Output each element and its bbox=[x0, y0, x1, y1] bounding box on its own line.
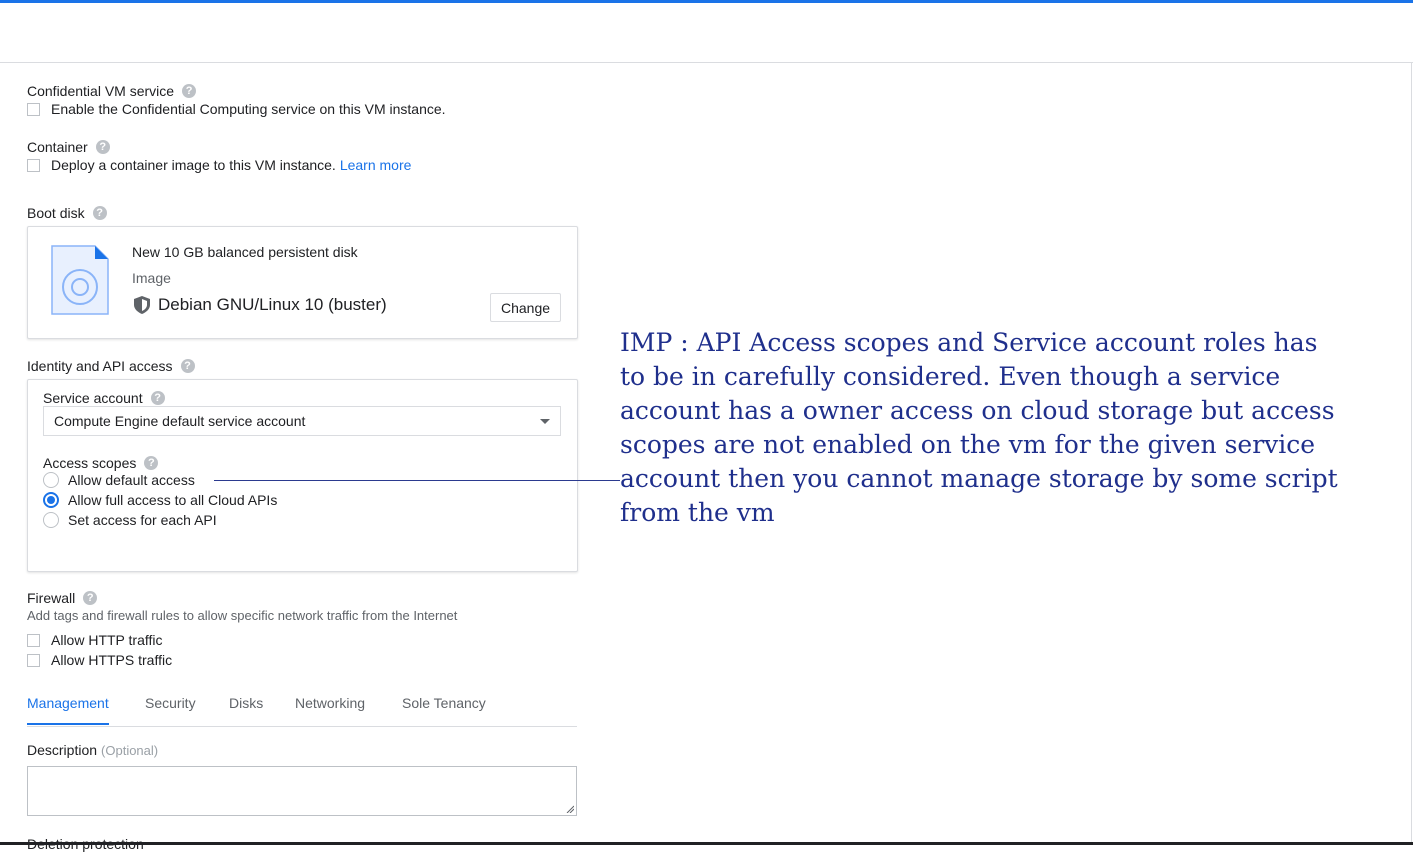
help-icon[interactable]: ? bbox=[92, 206, 107, 220]
radio-button-selected[interactable] bbox=[43, 492, 59, 508]
service-account-title: Service account ? bbox=[43, 390, 165, 406]
help-icon[interactable]: ? bbox=[182, 84, 197, 98]
radio-button[interactable] bbox=[43, 472, 59, 488]
disk-title: New 10 GB balanced persistent disk bbox=[132, 244, 358, 260]
annotation-line: IMP : API Access scopes and Service acco… bbox=[620, 328, 1318, 357]
scope-option-each[interactable]: Set access for each API bbox=[43, 512, 217, 528]
boot-disk-card: New 10 GB balanced persistent disk Image… bbox=[27, 226, 578, 339]
annotation-line: account has a owner access on cloud stor… bbox=[620, 396, 1335, 425]
access-scopes-title: Access scopes ? bbox=[43, 455, 159, 471]
help-icon[interactable]: ? bbox=[144, 456, 159, 470]
confidential-vm-label: Confidential VM service bbox=[27, 83, 175, 99]
confidential-checkbox-label: Enable the Confidential Computing servic… bbox=[51, 101, 446, 117]
scope-option-label: Allow full access to all Cloud APIs bbox=[68, 492, 278, 508]
container-label: Container bbox=[27, 139, 88, 155]
annotation-line: to be in carefully considered. Even thou… bbox=[620, 362, 1281, 391]
allow-http-row[interactable]: Allow HTTP traffic bbox=[27, 632, 163, 648]
radio-button[interactable] bbox=[43, 512, 59, 528]
allow-http-checkbox[interactable] bbox=[27, 633, 40, 647]
change-image-button[interactable]: Change bbox=[490, 293, 561, 322]
identity-label: Identity and API access bbox=[27, 358, 173, 374]
confidential-checkbox-row[interactable]: Enable the Confidential Computing servic… bbox=[27, 101, 446, 117]
service-account-label: Service account bbox=[43, 390, 143, 406]
right-border bbox=[1411, 63, 1412, 845]
allow-https-label: Allow HTTPS traffic bbox=[51, 652, 173, 668]
service-account-value: Compute Engine default service account bbox=[54, 413, 306, 429]
service-account-select[interactable]: Compute Engine default service account bbox=[43, 406, 561, 436]
allow-http-label: Allow HTTP traffic bbox=[51, 632, 163, 648]
tab-bar: Management Security Disks Networking Sol… bbox=[27, 695, 577, 727]
scope-option-default[interactable]: Allow default access bbox=[43, 472, 195, 488]
scope-option-full[interactable]: Allow full access to all Cloud APIs bbox=[43, 492, 277, 508]
confidential-vm-title: Confidential VM service ? bbox=[27, 83, 197, 99]
tab-security[interactable]: Security bbox=[145, 695, 196, 723]
annotation-line: scopes are not enabled on the vm for the… bbox=[620, 430, 1316, 459]
scope-option-label: Allow default access bbox=[68, 472, 195, 488]
tab-sole-tenancy[interactable]: Sole Tenancy bbox=[402, 695, 486, 723]
container-checkbox-row[interactable]: Deploy a container image to this VM inst… bbox=[27, 157, 411, 173]
annotation-line: from the vm bbox=[620, 498, 775, 527]
identity-title: Identity and API access ? bbox=[27, 358, 195, 374]
boot-disk-label: Boot disk bbox=[27, 205, 85, 221]
help-icon[interactable]: ? bbox=[150, 391, 165, 405]
description-textarea[interactable] bbox=[27, 766, 577, 816]
tab-management[interactable]: Management bbox=[27, 695, 109, 725]
firewall-label: Firewall bbox=[27, 590, 76, 606]
allow-https-row[interactable]: Allow HTTPS traffic bbox=[27, 652, 172, 668]
resize-grip-icon[interactable] bbox=[566, 805, 574, 813]
scope-option-label: Set access for each API bbox=[68, 512, 217, 528]
image-label: Image bbox=[132, 270, 171, 286]
confidential-checkbox[interactable] bbox=[27, 102, 40, 116]
firewall-description: Add tags and firewall rules to allow spe… bbox=[27, 608, 458, 623]
help-icon[interactable]: ? bbox=[180, 359, 195, 373]
tab-networking[interactable]: Networking bbox=[295, 695, 365, 723]
learn-more-link[interactable]: Learn more bbox=[340, 157, 412, 173]
identity-card: Service account ? Compute Engine default… bbox=[27, 379, 578, 572]
tab-disks[interactable]: Disks bbox=[229, 695, 263, 723]
image-name-row: Debian GNU/Linux 10 (buster) bbox=[134, 295, 387, 315]
image-name: Debian GNU/Linux 10 (buster) bbox=[158, 295, 387, 314]
boot-disk-title: Boot disk ? bbox=[27, 205, 107, 221]
shield-icon bbox=[134, 296, 150, 314]
annotation-note: IMP : API Access scopes and Service acco… bbox=[620, 326, 1380, 530]
dropdown-arrow-icon bbox=[540, 419, 550, 424]
annotation-leader-line bbox=[214, 480, 620, 481]
access-scopes-label: Access scopes bbox=[43, 455, 137, 471]
container-checkbox-label: Deploy a container image to this VM inst… bbox=[51, 157, 336, 173]
description-label: Description bbox=[27, 742, 98, 758]
container-checkbox[interactable] bbox=[27, 158, 40, 172]
optional-hint: (Optional) bbox=[101, 742, 159, 758]
allow-https-checkbox[interactable] bbox=[27, 653, 40, 667]
annotation-line: account then you cannot manage storage b… bbox=[620, 464, 1338, 493]
disk-icon bbox=[51, 245, 109, 315]
firewall-title: Firewall ? bbox=[27, 590, 98, 606]
help-icon[interactable]: ? bbox=[83, 591, 98, 605]
help-icon[interactable]: ? bbox=[95, 140, 110, 154]
top-accent-bar bbox=[0, 0, 1413, 3]
description-title: Description (Optional) bbox=[27, 742, 158, 758]
header-divider bbox=[0, 62, 1413, 63]
container-title: Container ? bbox=[27, 139, 110, 155]
